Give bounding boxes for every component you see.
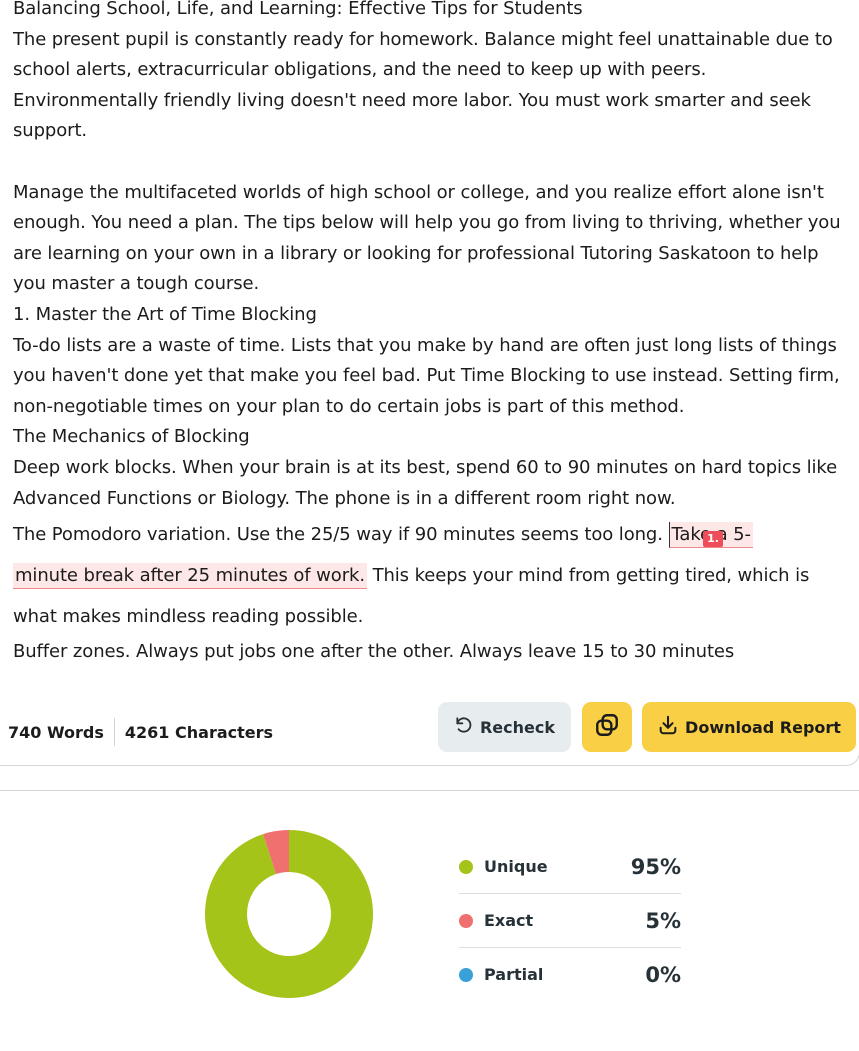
paragraph: Deep work blocks. When your brain is at … [13,456,838,509]
paragraph: Manage the multifaceted worlds of high s… [13,181,841,295]
recheck-button[interactable]: Recheck [438,702,571,752]
copy-icon [594,712,620,742]
document-text[interactable]: Balancing School, Life, and Learning: Ef… [13,0,853,668]
results-legend: Unique 95% Exact 5% Partial 0% [459,840,681,1001]
legend-value: 0% [645,962,681,987]
exact-dot [459,913,473,928]
legend-row-unique: Unique 95% [459,840,681,894]
partial-dot [459,967,473,982]
copy-button[interactable] [582,702,632,752]
unique-dot [459,859,473,874]
legend-label: Unique [484,857,548,876]
character-count: 4261 Characters [124,722,274,742]
download-label: Download Report [685,717,841,737]
legend-label: Exact [484,911,534,930]
paragraph-with-match: The Pomodoro variation. Use the 25/5 way… [13,514,853,637]
results-card [0,790,859,1051]
word-count: 740 Words [8,722,104,742]
rotate-ccw-icon [454,715,474,739]
plagiarism-highlight[interactable]: minute break after 25 minutes of work. [13,563,367,590]
section-heading: 1. Master the Art of Time Blocking [13,303,317,325]
legend-value: 95% [630,854,681,879]
paragraph: Buffer zones. Always put jobs one after … [13,641,735,663]
legend-row-partial: Partial 0% [459,948,681,1001]
recheck-label: Recheck [479,717,556,737]
divider [113,718,115,746]
document-stats: 740 Words 4261 Characters [8,718,273,746]
match-number-badge[interactable]: 1. [703,531,723,547]
download-icon [657,714,679,740]
paragraph-text: The Pomodoro variation. Use the 25/5 way… [13,524,669,546]
document-title: Balancing School, Life, and Learning: Ef… [13,0,583,19]
section-heading: The Mechanics of Blocking [13,426,250,448]
paragraph: To-do lists are a waste of time. Lists t… [13,334,840,417]
toolbar: 740 Words 4261 Characters Recheck Downlo… [0,690,859,766]
legend-row-exact: Exact 5% [459,894,681,948]
results-donut-chart [205,830,373,998]
donut-svg [205,830,373,998]
download-report-button[interactable]: Download Report [642,702,856,752]
legend-label: Partial [484,965,544,984]
paragraph: The present pupil is constantly ready fo… [13,28,833,142]
legend-value: 5% [645,908,681,933]
